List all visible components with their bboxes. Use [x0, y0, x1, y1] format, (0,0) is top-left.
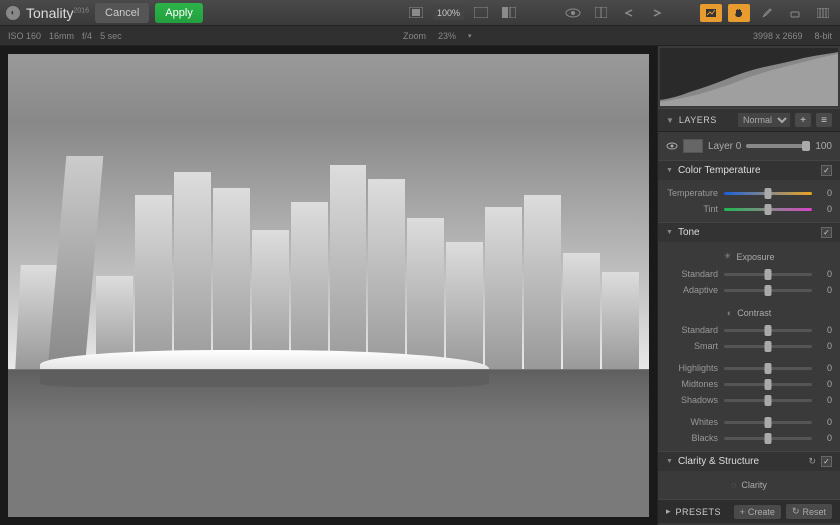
zoom-value-button[interactable]: 100% [433, 6, 464, 20]
whites-label: Whites [666, 417, 718, 427]
chevron-right-icon[interactable]: ▸ [666, 506, 671, 517]
layer-menu-button[interactable]: ≡ [816, 113, 832, 127]
whites-value: 0 [818, 417, 832, 427]
cancel-button[interactable]: Cancel [95, 3, 149, 23]
chevron-down-icon: ▼ [666, 167, 673, 174]
color-temperature-header[interactable]: ▼ Color Temperature ✓ [658, 160, 840, 180]
tint-slider[interactable] [724, 208, 812, 211]
clarity-icon: ◌ [731, 480, 736, 490]
eraser-tool-icon[interactable] [784, 4, 806, 22]
adjust-panel-icon[interactable] [700, 4, 722, 22]
brush-tool-icon[interactable] [756, 4, 778, 22]
blend-mode-select[interactable]: Normal [738, 113, 790, 127]
image-canvas[interactable] [0, 46, 657, 525]
clarity-structure-header[interactable]: ▼ Clarity & Structure ↻ ✓ [658, 451, 840, 471]
smart-value: 0 [818, 341, 832, 351]
hand-tool-icon[interactable] [728, 4, 750, 22]
layer-name: Layer 0 [708, 141, 741, 152]
right-sidebar: ▼ LAYERS Normal + ≡ Layer 0 100 ▼ Color … [657, 46, 840, 525]
bit-depth: 8-bit [814, 31, 832, 41]
shadows-slider[interactable] [724, 399, 812, 402]
tint-label: Tint [666, 204, 718, 214]
standard-contrast-value: 0 [818, 325, 832, 335]
layers-title: LAYERS [679, 115, 733, 125]
focal-value: 16mm [49, 31, 74, 41]
layer-opacity-slider[interactable] [746, 144, 810, 148]
zoom-percent[interactable]: 23% [438, 31, 456, 41]
layers-panel-header[interactable]: ▼ LAYERS Normal + ≡ [658, 108, 840, 132]
tint-value: 0 [818, 204, 832, 214]
shutter-value: 5 sec [100, 31, 122, 41]
info-bar: ISO 160 16mm f/4 5 sec Zoom 23% ▾ 3998 x… [0, 26, 840, 46]
shadows-value: 0 [818, 395, 832, 405]
aperture-value: f/4 [82, 31, 92, 41]
chevron-down-icon: ▼ [666, 116, 674, 125]
top-toolbar: ◐ Tonality2016 Cancel Apply 100% [0, 0, 840, 26]
visibility-eye-icon[interactable] [666, 141, 678, 151]
layer-row[interactable]: Layer 0 100 [666, 137, 832, 155]
standard-label: Standard [666, 269, 718, 279]
standard-exposure-slider[interactable] [724, 273, 812, 276]
standard-value: 0 [818, 269, 832, 279]
shadows-label: Shadows [666, 395, 718, 405]
midtones-slider[interactable] [724, 383, 812, 386]
presets-bar: ▸ PRESETS +Create ↻Reset [658, 499, 840, 523]
layer-opacity-value: 100 [815, 141, 832, 152]
gradient-tool-icon[interactable] [812, 4, 834, 22]
histogram[interactable] [660, 48, 838, 106]
adaptive-label: Adaptive [666, 285, 718, 295]
adaptive-exposure-slider[interactable] [724, 289, 812, 292]
create-preset-button[interactable]: +Create [734, 505, 781, 519]
midtones-value: 0 [818, 379, 832, 389]
standard-contrast-label: Standard [666, 325, 718, 335]
section-toggle-checkbox[interactable]: ✓ [821, 227, 832, 238]
tone-header[interactable]: ▼ Tone ✓ [658, 222, 840, 242]
highlights-slider[interactable] [724, 367, 812, 370]
redo-icon[interactable] [646, 4, 668, 22]
app-name: Tonality2016 [26, 5, 89, 21]
highlights-label: Highlights [666, 363, 718, 373]
blacks-label: Blacks [666, 433, 718, 443]
fit-screen-icon[interactable] [405, 4, 427, 22]
adaptive-value: 0 [818, 285, 832, 295]
zoom-label: Zoom [403, 31, 426, 41]
section-toggle-checkbox[interactable]: ✓ [821, 456, 832, 467]
temperature-label: Temperature [666, 188, 718, 198]
reset-preset-button[interactable]: ↻Reset [786, 504, 832, 519]
apply-button[interactable]: Apply [155, 3, 203, 23]
contrast-icon: ◐ [727, 308, 732, 318]
photo-preview [8, 54, 649, 517]
undo-icon[interactable] [618, 4, 640, 22]
split-vertical-icon[interactable] [590, 4, 612, 22]
section-toggle-checkbox[interactable]: ✓ [821, 165, 832, 176]
temperature-value: 0 [818, 188, 832, 198]
actual-size-icon[interactable] [470, 4, 492, 22]
clarity-subheading: Clarity [741, 480, 767, 490]
image-dimensions: 3998 x 2669 [753, 31, 803, 41]
iso-value: ISO 160 [8, 31, 41, 41]
refresh-icon[interactable]: ↻ [808, 456, 816, 467]
layer-thumbnail [683, 139, 703, 153]
chevron-down-icon: ▼ [666, 229, 673, 236]
compare-icon[interactable] [498, 4, 520, 22]
preview-eye-icon[interactable] [562, 4, 584, 22]
midtones-label: Midtones [666, 379, 718, 389]
exposure-icon: ☀ [723, 251, 731, 262]
temperature-slider[interactable] [724, 192, 812, 195]
add-layer-button[interactable]: + [795, 113, 811, 127]
blacks-value: 0 [818, 433, 832, 443]
chevron-down-icon: ▼ [666, 458, 673, 465]
smart-contrast-slider[interactable] [724, 345, 812, 348]
smart-label: Smart [666, 341, 718, 351]
presets-title: PRESETS [676, 507, 729, 517]
standard-contrast-slider[interactable] [724, 329, 812, 332]
whites-slider[interactable] [724, 421, 812, 424]
highlights-value: 0 [818, 363, 832, 373]
app-logo-icon: ◐ [6, 6, 20, 20]
exposure-heading: Exposure [737, 252, 775, 262]
contrast-heading: Contrast [737, 308, 771, 318]
blacks-slider[interactable] [724, 437, 812, 440]
